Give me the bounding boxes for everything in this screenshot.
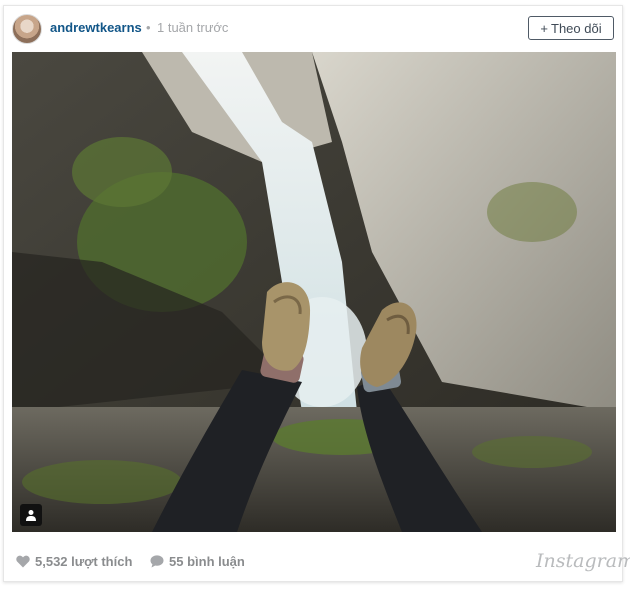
comment-bubble-icon: [150, 555, 164, 568]
comments-count[interactable]: 55 bình luận: [150, 554, 245, 569]
follow-button-label: Theo dõi: [551, 20, 602, 36]
post-header: andrewtkearns • 1 tuần trước + Theo dõi: [4, 6, 622, 50]
person-silhouette-icon: [26, 510, 36, 521]
likes-label: 5,532 lượt thích: [35, 554, 133, 569]
follow-button[interactable]: + Theo dõi: [528, 16, 614, 40]
likes-count[interactable]: 5,532 lượt thích: [16, 554, 132, 569]
photo-illustration: [12, 52, 616, 532]
plus-icon: +: [540, 20, 548, 36]
username-link[interactable]: andrewtkearns: [50, 20, 142, 35]
post-card: andrewtkearns • 1 tuần trước + Theo dõi: [3, 5, 630, 582]
post-time[interactable]: 1 tuần trước: [157, 20, 228, 35]
heart-icon: [16, 555, 30, 568]
avatar[interactable]: [12, 14, 42, 44]
post-photo[interactable]: [12, 52, 616, 532]
post-footer: 5,532 lượt thích 55 bình luận Instagram: [4, 546, 630, 578]
instagram-wordmark: Instagram: [536, 550, 630, 572]
person-tag-icon[interactable]: [20, 504, 42, 526]
comments-label: 55 bình luận: [169, 554, 245, 569]
separator-dot: •: [146, 20, 151, 35]
